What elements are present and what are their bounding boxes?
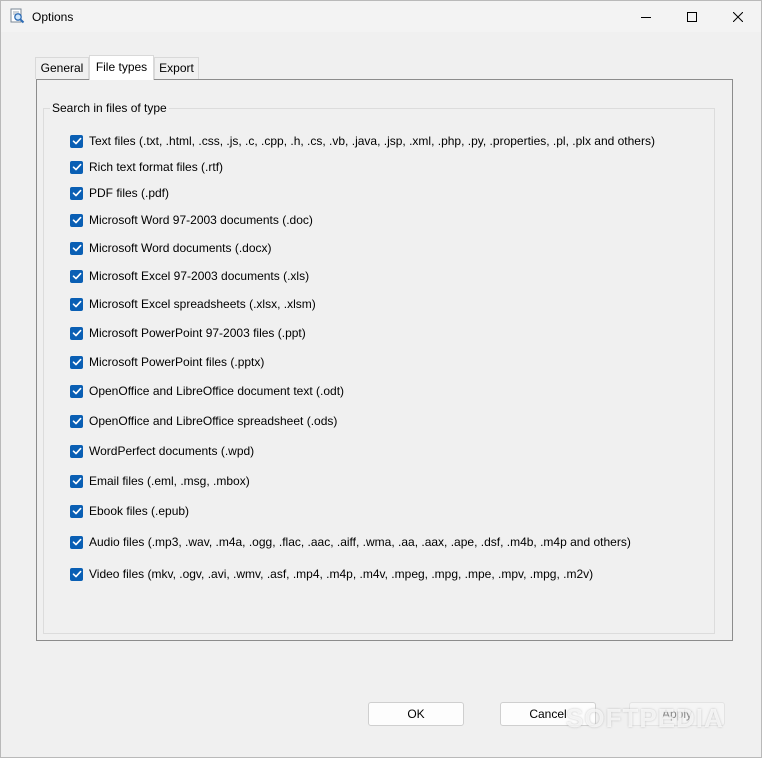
file-type-checkbox-row[interactable]: OpenOffice and LibreOffice document text…: [70, 383, 344, 399]
file-type-checkbox-row[interactable]: Text files (.txt, .html, .css, .js, .c, …: [70, 133, 655, 149]
checkbox-label: Audio files (.mp3, .wav, .m4a, .ogg, .fl…: [89, 535, 631, 549]
file-type-checkbox-row[interactable]: Microsoft Excel 97-2003 documents (.xls): [70, 268, 309, 284]
checkbox-label: OpenOffice and LibreOffice spreadsheet (…: [89, 414, 338, 428]
checkbox-label: Email files (.eml, .msg, .mbox): [89, 474, 250, 488]
checkbox-label: Text files (.txt, .html, .css, .js, .c, …: [89, 134, 655, 148]
checkbox-checked-icon[interactable]: [70, 241, 83, 255]
file-type-checkbox-row[interactable]: Audio files (.mp3, .wav, .m4a, .ogg, .fl…: [70, 534, 631, 550]
window-title: Options: [32, 10, 74, 24]
file-type-checkbox-row[interactable]: Microsoft Excel spreadsheets (.xlsx, .xl…: [70, 296, 316, 312]
app-magnifier-icon: [9, 8, 25, 24]
checkbox-checked-icon[interactable]: [70, 355, 83, 369]
close-button[interactable]: [715, 1, 761, 32]
ok-button[interactable]: OK: [368, 702, 464, 726]
checkbox-checked-icon[interactable]: [70, 134, 83, 148]
file-type-checkbox-row[interactable]: Microsoft PowerPoint 97-2003 files (.ppt…: [70, 325, 306, 341]
options-dialog: Options General File types Export Search…: [0, 0, 762, 758]
checkbox-label: OpenOffice and LibreOffice document text…: [89, 384, 345, 398]
close-icon: [733, 11, 743, 22]
file-type-checkbox-row[interactable]: PDF files (.pdf): [70, 185, 169, 201]
checkbox-checked-icon[interactable]: [70, 384, 83, 398]
checkbox-checked-icon[interactable]: [70, 213, 83, 227]
file-type-checkbox-row[interactable]: Rich text format files (.rtf): [70, 159, 223, 175]
checkbox-checked-icon[interactable]: [70, 160, 83, 174]
checkbox-checked-icon[interactable]: [70, 326, 83, 340]
tab-export[interactable]: Export: [154, 57, 199, 79]
file-type-checkbox-row[interactable]: Microsoft PowerPoint files (.pptx): [70, 354, 264, 370]
groupbox-title: Search in files of type: [50, 101, 169, 115]
tab-general[interactable]: General: [35, 57, 89, 79]
file-type-checkbox-row[interactable]: OpenOffice and LibreOffice spreadsheet (…: [70, 413, 337, 429]
checkbox-label: PDF files (.pdf): [89, 186, 170, 200]
checkbox-label: Microsoft PowerPoint 97-2003 files (.ppt…: [89, 326, 306, 340]
checkbox-label: Microsoft Word 97-2003 documents (.doc): [89, 213, 313, 227]
apply-button[interactable]: Apply: [629, 702, 725, 726]
tab-file-types[interactable]: File types: [89, 55, 154, 80]
minimize-icon: [641, 16, 651, 18]
maximize-icon: [687, 11, 697, 22]
checkbox-label: Microsoft PowerPoint files (.pptx): [89, 355, 265, 369]
checkbox-label: Video files (mkv, .ogv, .avi, .wmv, .asf…: [89, 567, 594, 581]
checkbox-label: Rich text format files (.rtf): [89, 160, 224, 174]
checkbox-checked-icon[interactable]: [70, 444, 83, 458]
checkbox-checked-icon[interactable]: [70, 504, 83, 518]
cancel-button[interactable]: Cancel: [500, 702, 596, 726]
file-type-checkbox-row[interactable]: Ebook files (.epub): [70, 503, 189, 519]
checkbox-checked-icon[interactable]: [70, 535, 83, 549]
checkbox-checked-icon[interactable]: [70, 474, 83, 488]
file-type-checkbox-row[interactable]: WordPerfect documents (.wpd): [70, 443, 254, 459]
minimize-button[interactable]: [623, 1, 669, 32]
file-type-checkbox-row[interactable]: Microsoft Word 97-2003 documents (.doc): [70, 212, 313, 228]
checkbox-checked-icon[interactable]: [70, 269, 83, 283]
checkbox-checked-icon[interactable]: [70, 567, 83, 581]
file-type-checkbox-row[interactable]: Microsoft Word documents (.docx): [70, 240, 272, 256]
file-type-checkbox-row[interactable]: Video files (mkv, .ogv, .avi, .wmv, .asf…: [70, 566, 593, 582]
checkbox-label: WordPerfect documents (.wpd): [89, 444, 255, 458]
checkbox-label: Microsoft Excel 97-2003 documents (.xls): [89, 269, 310, 283]
checkbox-label: Microsoft Word documents (.docx): [89, 241, 272, 255]
checkbox-checked-icon[interactable]: [70, 297, 83, 311]
file-type-checkbox-row[interactable]: Email files (.eml, .msg, .mbox): [70, 473, 250, 489]
checkbox-checked-icon[interactable]: [70, 186, 83, 200]
checkbox-label: Microsoft Excel spreadsheets (.xlsx, .xl…: [89, 297, 316, 311]
maximize-button[interactable]: [669, 1, 715, 32]
checkbox-checked-icon[interactable]: [70, 414, 83, 428]
title-bar[interactable]: Options: [1, 1, 761, 32]
checkbox-label: Ebook files (.epub): [89, 504, 190, 518]
